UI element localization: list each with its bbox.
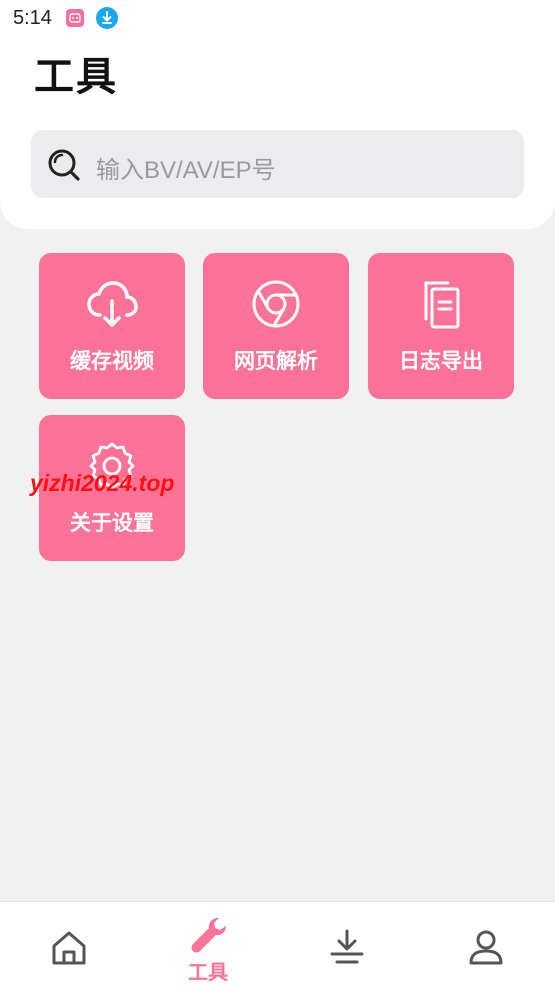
tool-log-export-button[interactable]: 日志导出 [368,253,514,399]
browser-icon [249,277,303,331]
nav-downloads[interactable] [278,902,416,985]
download-notification-icon [96,7,118,29]
nav-tools[interactable]: 工具 [139,902,277,985]
tool-cache-video-button[interactable]: 缓存视频 [39,253,185,399]
status-bar: 5:14 [0,0,555,40]
watermark-text: yizhi2024.top [30,470,175,496]
wrench-icon [188,914,228,954]
tool-label: 缓存视频 [70,349,154,373]
nav-profile[interactable] [417,902,555,985]
tool-label: 关于设置 [70,511,154,535]
app-notification-icon [66,9,84,27]
download-tray-icon [327,928,367,968]
home-icon [49,928,89,968]
tool-label: 日志导出 [399,349,483,373]
page-title: 工具 [34,54,118,100]
search-placeholder: 输入BV/AV/EP号 [96,157,276,184]
profile-icon [466,928,506,968]
tool-label: 网页解析 [234,349,318,373]
bottom-nav: 工具 [0,901,555,985]
document-copy-icon [414,277,468,331]
status-time: 5:14 [13,7,52,29]
tool-web-parse-button[interactable]: 网页解析 [203,253,349,399]
cloud-download-icon [85,277,139,331]
nav-tools-label: 工具 [188,960,228,984]
search-icon[interactable] [45,146,83,184]
nav-home[interactable] [0,902,138,985]
